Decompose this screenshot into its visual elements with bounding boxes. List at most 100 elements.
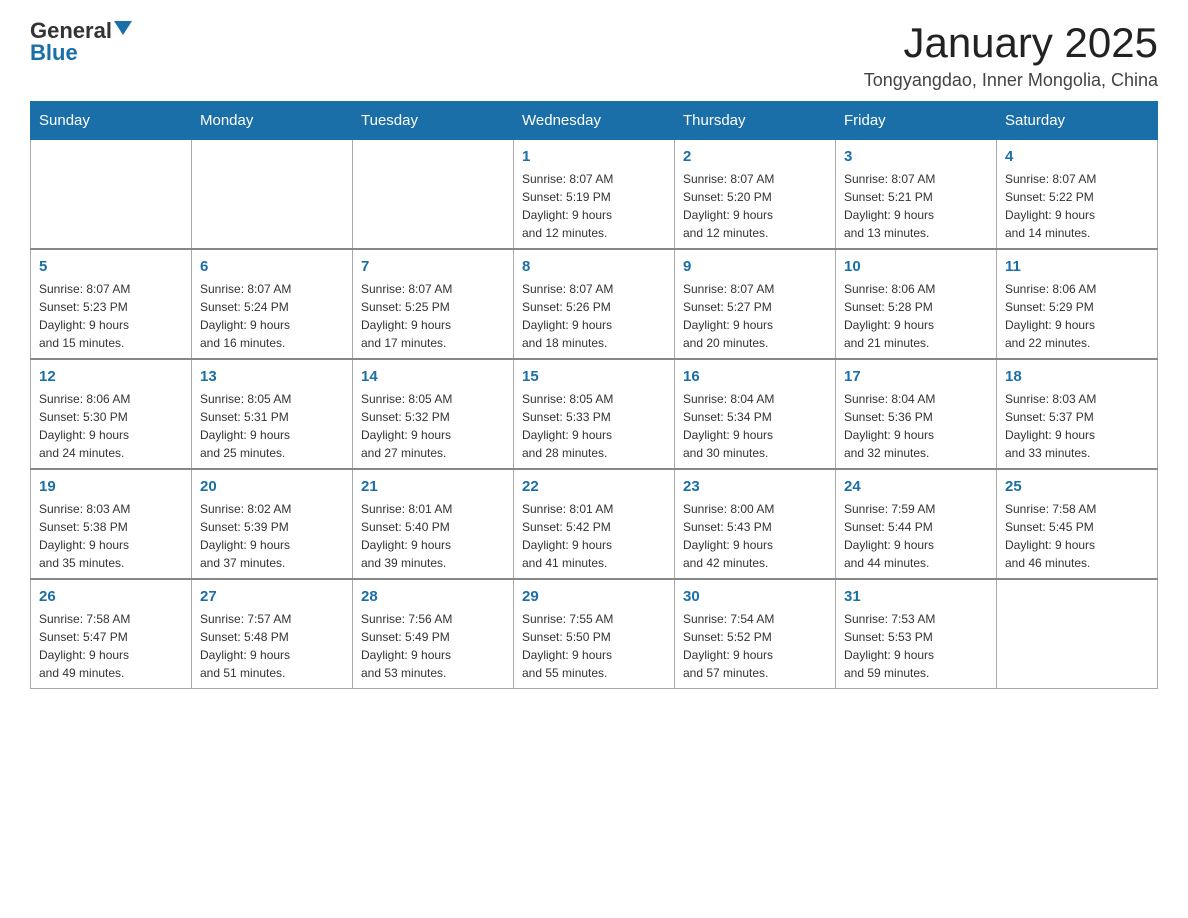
logo-blue-text: Blue <box>30 42 78 64</box>
calendar-cell <box>192 140 353 250</box>
day-number: 15 <box>522 366 666 387</box>
day-info: Sunrise: 8:07 AMSunset: 5:26 PMDaylight:… <box>522 280 666 352</box>
day-number: 24 <box>844 476 988 497</box>
day-info: Sunrise: 8:03 AMSunset: 5:37 PMDaylight:… <box>1005 390 1149 462</box>
day-info: Sunrise: 8:06 AMSunset: 5:30 PMDaylight:… <box>39 390 183 462</box>
day-info: Sunrise: 8:05 AMSunset: 5:33 PMDaylight:… <box>522 390 666 462</box>
day-of-week-header: Tuesday <box>353 102 514 140</box>
calendar-cell <box>353 140 514 250</box>
calendar-cell: 26 Sunrise: 7:58 AMSunset: 5:47 PMDayligh… <box>31 579 192 689</box>
day-info: Sunrise: 8:05 AMSunset: 5:32 PMDaylight:… <box>361 390 505 462</box>
header-row: SundayMondayTuesdayWednesdayThursdayFrid… <box>31 102 1158 140</box>
calendar-cell <box>31 140 192 250</box>
calendar-cell: 12 Sunrise: 8:06 AMSunset: 5:30 PMDayligh… <box>31 359 192 469</box>
day-number: 9 <box>683 256 827 277</box>
calendar-cell: 19Sunrise: 8:03 AMSunset: 5:38 PMDayligh… <box>31 469 192 579</box>
calendar-cell <box>997 579 1158 689</box>
day-info: Sunrise: 8:07 AMSunset: 5:27 PMDaylight:… <box>683 280 827 352</box>
day-number: 1 <box>522 146 666 167</box>
day-number: 25 <box>1005 476 1149 497</box>
logo-triangle-icon <box>114 21 132 35</box>
day-of-week-header: Monday <box>192 102 353 140</box>
calendar-cell: 9 Sunrise: 8:07 AMSunset: 5:27 PMDaylight… <box>675 249 836 359</box>
calendar-cell: 2Sunrise: 8:07 AMSunset: 5:20 PMDaylight… <box>675 140 836 250</box>
calendar-week-row: 1 Sunrise: 8:07 AMSunset: 5:19 PMDaylight… <box>31 140 1158 250</box>
calendar-cell: 22 Sunrise: 8:01 AMSunset: 5:42 PMDayligh… <box>514 469 675 579</box>
day-info: Sunrise: 8:07 AMSunset: 5:23 PMDaylight:… <box>39 280 183 352</box>
day-number: 11 <box>1005 256 1149 277</box>
day-number: 31 <box>844 586 988 607</box>
calendar-cell: 31 Sunrise: 7:53 AMSunset: 5:53 PMDayligh… <box>836 579 997 689</box>
day-of-week-header: Sunday <box>31 102 192 140</box>
page-title: January 2025 <box>864 20 1158 66</box>
calendar-cell: 13 Sunrise: 8:05 AMSunset: 5:31 PMDayligh… <box>192 359 353 469</box>
calendar-cell: 15 Sunrise: 8:05 AMSunset: 5:33 PMDayligh… <box>514 359 675 469</box>
calendar-cell: 7 Sunrise: 8:07 AMSunset: 5:25 PMDaylight… <box>353 249 514 359</box>
day-info: Sunrise: 8:01 AMSunset: 5:42 PMDaylight:… <box>522 500 666 572</box>
day-info: Sunrise: 8:07 AMSunset: 5:19 PMDaylight:… <box>522 170 666 242</box>
calendar-cell: 18 Sunrise: 8:03 AMSunset: 5:37 PMDayligh… <box>997 359 1158 469</box>
day-number: 7 <box>361 256 505 277</box>
calendar-week-row: 19Sunrise: 8:03 AMSunset: 5:38 PMDayligh… <box>31 469 1158 579</box>
day-number: 30 <box>683 586 827 607</box>
day-of-week-header: Thursday <box>675 102 836 140</box>
day-number: 21 <box>361 476 505 497</box>
calendar-cell: 10Sunrise: 8:06 AMSunset: 5:28 PMDayligh… <box>836 249 997 359</box>
day-of-week-header: Wednesday <box>514 102 675 140</box>
calendar-cell: 17 Sunrise: 8:04 AMSunset: 5:36 PMDayligh… <box>836 359 997 469</box>
day-info: Sunrise: 8:02 AMSunset: 5:39 PMDaylight:… <box>200 500 344 572</box>
day-info: Sunrise: 8:06 AMSunset: 5:28 PMDaylight:… <box>844 280 988 352</box>
page-header: General Blue January 2025 Tongyangdao, I… <box>30 20 1158 91</box>
day-info: Sunrise: 8:01 AMSunset: 5:40 PMDaylight:… <box>361 500 505 572</box>
calendar-cell: 4 Sunrise: 8:07 AMSunset: 5:22 PMDaylight… <box>997 140 1158 250</box>
day-number: 29 <box>522 586 666 607</box>
calendar-cell: 3Sunrise: 8:07 AMSunset: 5:21 PMDaylight… <box>836 140 997 250</box>
calendar-cell: 28Sunrise: 7:56 AMSunset: 5:49 PMDayligh… <box>353 579 514 689</box>
day-number: 5 <box>39 256 183 277</box>
day-info: Sunrise: 8:05 AMSunset: 5:31 PMDaylight:… <box>200 390 344 462</box>
day-info: Sunrise: 7:58 AMSunset: 5:47 PMDaylight:… <box>39 610 183 682</box>
day-info: Sunrise: 8:07 AMSunset: 5:22 PMDaylight:… <box>1005 170 1149 242</box>
day-info: Sunrise: 7:53 AMSunset: 5:53 PMDaylight:… <box>844 610 988 682</box>
title-block: January 2025 Tongyangdao, Inner Mongolia… <box>864 20 1158 91</box>
calendar-cell: 23Sunrise: 8:00 AMSunset: 5:43 PMDayligh… <box>675 469 836 579</box>
day-number: 18 <box>1005 366 1149 387</box>
day-of-week-header: Saturday <box>997 102 1158 140</box>
day-number: 4 <box>1005 146 1149 167</box>
day-info: Sunrise: 7:59 AMSunset: 5:44 PMDaylight:… <box>844 500 988 572</box>
calendar-header: SundayMondayTuesdayWednesdayThursdayFrid… <box>31 102 1158 140</box>
day-info: Sunrise: 7:58 AMSunset: 5:45 PMDaylight:… <box>1005 500 1149 572</box>
calendar-cell: 24 Sunrise: 7:59 AMSunset: 5:44 PMDayligh… <box>836 469 997 579</box>
day-number: 17 <box>844 366 988 387</box>
calendar-cell: 27Sunrise: 7:57 AMSunset: 5:48 PMDayligh… <box>192 579 353 689</box>
day-number: 22 <box>522 476 666 497</box>
day-number: 26 <box>39 586 183 607</box>
day-number: 19 <box>39 476 183 497</box>
calendar-cell: 30 Sunrise: 7:54 AMSunset: 5:52 PMDayligh… <box>675 579 836 689</box>
day-number: 14 <box>361 366 505 387</box>
day-info: Sunrise: 8:06 AMSunset: 5:29 PMDaylight:… <box>1005 280 1149 352</box>
day-number: 20 <box>200 476 344 497</box>
day-of-week-header: Friday <box>836 102 997 140</box>
calendar-cell: 8 Sunrise: 8:07 AMSunset: 5:26 PMDaylight… <box>514 249 675 359</box>
calendar-cell: 6Sunrise: 8:07 AMSunset: 5:24 PMDaylight… <box>192 249 353 359</box>
day-number: 13 <box>200 366 344 387</box>
day-info: Sunrise: 7:54 AMSunset: 5:52 PMDaylight:… <box>683 610 827 682</box>
day-number: 12 <box>39 366 183 387</box>
calendar-week-row: 5 Sunrise: 8:07 AMSunset: 5:23 PMDaylight… <box>31 249 1158 359</box>
calendar-cell: 14 Sunrise: 8:05 AMSunset: 5:32 PMDayligh… <box>353 359 514 469</box>
day-info: Sunrise: 8:07 AMSunset: 5:20 PMDaylight:… <box>683 170 827 242</box>
day-number: 8 <box>522 256 666 277</box>
day-number: 16 <box>683 366 827 387</box>
logo: General Blue <box>30 20 132 64</box>
day-info: Sunrise: 8:07 AMSunset: 5:25 PMDaylight:… <box>361 280 505 352</box>
calendar-week-row: 12 Sunrise: 8:06 AMSunset: 5:30 PMDayligh… <box>31 359 1158 469</box>
day-info: Sunrise: 8:07 AMSunset: 5:21 PMDaylight:… <box>844 170 988 242</box>
day-info: Sunrise: 8:04 AMSunset: 5:36 PMDaylight:… <box>844 390 988 462</box>
day-info: Sunrise: 8:00 AMSunset: 5:43 PMDaylight:… <box>683 500 827 572</box>
location-subtitle: Tongyangdao, Inner Mongolia, China <box>864 70 1158 91</box>
day-number: 6 <box>200 256 344 277</box>
calendar-week-row: 26 Sunrise: 7:58 AMSunset: 5:47 PMDayligh… <box>31 579 1158 689</box>
calendar-body: 1 Sunrise: 8:07 AMSunset: 5:19 PMDaylight… <box>31 140 1158 689</box>
calendar-cell: 5 Sunrise: 8:07 AMSunset: 5:23 PMDaylight… <box>31 249 192 359</box>
